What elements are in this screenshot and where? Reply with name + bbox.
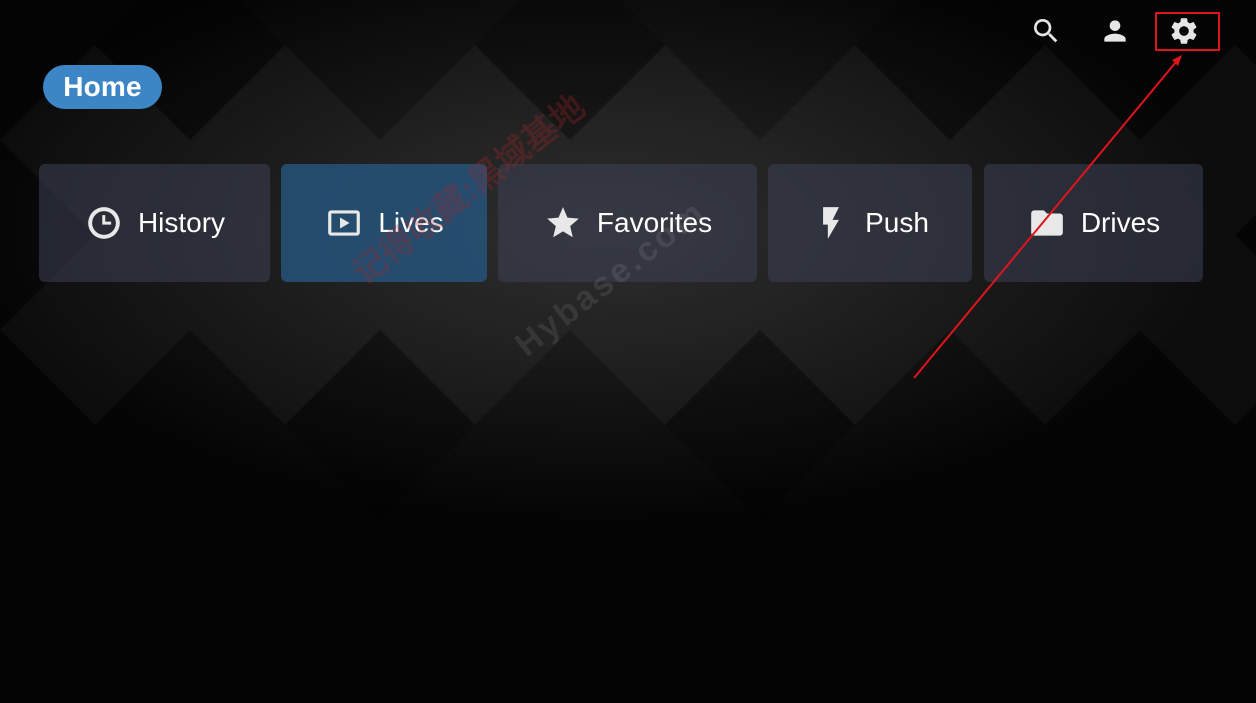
nav-tile-label: Favorites (596, 207, 713, 238)
nav-tile-push[interactable]: Push (768, 164, 972, 282)
settings-highlight-box (1155, 12, 1220, 51)
search-button[interactable] (1027, 12, 1065, 50)
home-screen: Home History Lives Favorites Push Drives… (0, 0, 1256, 703)
search-icon (1034, 19, 1058, 43)
nav-tile-label: Lives (378, 207, 444, 238)
nav-tile-history[interactable]: History (39, 164, 270, 282)
nav-tile-label: History (137, 207, 226, 238)
user-button[interactable] (1096, 12, 1134, 50)
nav-tile-label: Push (865, 207, 929, 238)
clock-icon (84, 203, 124, 243)
folder-icon (1027, 203, 1067, 243)
nav-tile-label: Drives (1080, 207, 1161, 238)
nav-tile-lives[interactable]: Lives (281, 164, 487, 282)
play-icon (324, 203, 364, 243)
nav-tile-drives[interactable]: Drives (984, 164, 1203, 282)
background-pattern (95, 0, 1045, 520)
star-icon (543, 203, 583, 243)
nav-tile-favorites[interactable]: Favorites (498, 164, 757, 282)
user-icon (1104, 20, 1126, 42)
bolt-icon (811, 203, 851, 243)
home-tab[interactable]: Home (43, 65, 162, 109)
